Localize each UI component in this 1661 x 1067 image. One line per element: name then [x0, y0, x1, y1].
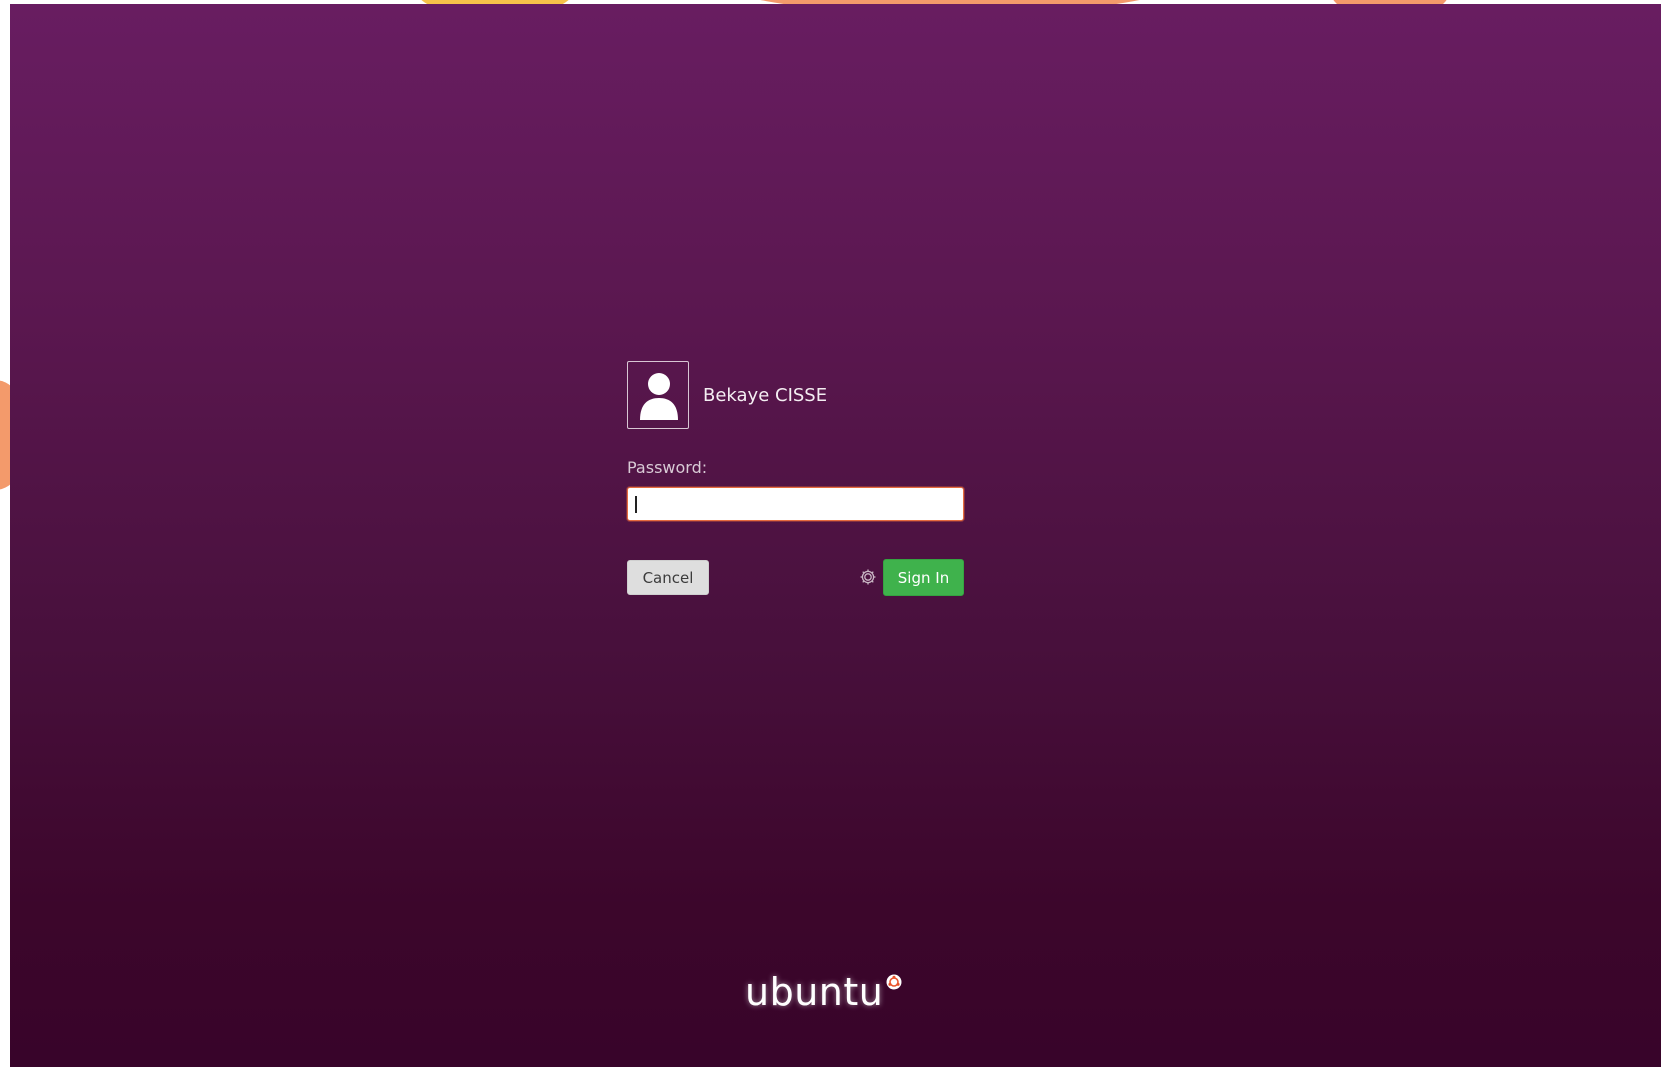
gear-icon[interactable]	[859, 568, 877, 586]
circle-of-friends-icon	[886, 974, 902, 990]
login-dialog: Bekaye CISSE Password: Cancel Sign In	[627, 360, 964, 597]
password-input[interactable]	[627, 487, 964, 521]
cancel-button[interactable]: Cancel	[627, 560, 709, 595]
user-name: Bekaye CISSE	[703, 384, 828, 406]
text-caret	[635, 496, 637, 513]
password-label: Password:	[627, 458, 708, 477]
ubuntu-logo: ubuntu	[745, 970, 902, 1014]
user-silhouette-icon	[640, 373, 678, 420]
logo-text: ubuntu	[745, 970, 884, 1014]
sign-in-button[interactable]: Sign In	[883, 559, 964, 596]
user-avatar	[627, 361, 689, 429]
login-actions: Cancel Sign In	[627, 559, 964, 597]
user-entry[interactable]: Bekaye CISSE	[627, 360, 964, 430]
